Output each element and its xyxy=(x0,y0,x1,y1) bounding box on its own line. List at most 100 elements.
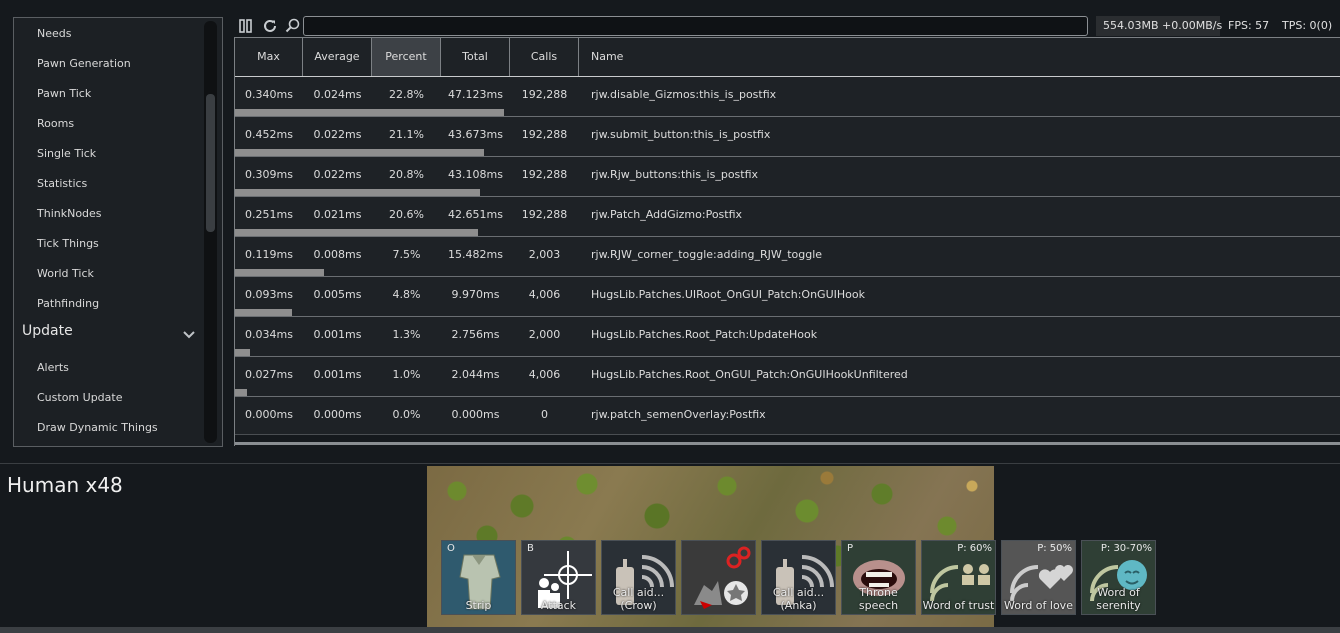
percent-bar xyxy=(235,149,484,156)
gizmo-cost: P: 50% xyxy=(1037,543,1072,554)
sidebar-item[interactable]: Pawn Tick xyxy=(37,86,91,102)
table-header: Max Average Percent Total Calls Name xyxy=(235,38,1340,77)
sidebar-item[interactable]: Draw Dynamic Things xyxy=(37,420,158,436)
chevron-down-icon[interactable] xyxy=(182,327,196,341)
cell-max: 0.119ms xyxy=(245,248,293,261)
cell-pct: 1.0% xyxy=(392,368,421,381)
gizmo-cost: P: 60% xyxy=(957,543,992,554)
sidebar-item[interactable]: Rooms xyxy=(37,116,74,132)
cell-avg: 0.008ms xyxy=(313,248,362,261)
gizmo-hotkey: B xyxy=(527,543,534,554)
sidebar-item[interactable]: Single Tick xyxy=(37,146,96,162)
cell-max: 0.027ms xyxy=(245,368,293,381)
cell-pct: 22.8% xyxy=(389,88,424,101)
gizmo-button[interactable]: P Throne speech xyxy=(841,540,916,615)
sidebar-item[interactable]: ThinkNodes xyxy=(37,206,102,222)
table-row[interactable]: 0.340ms 0.024ms 22.8% 47.123ms 192,288 rjw.di… xyxy=(235,77,1340,117)
cell-calls: 4,006 xyxy=(528,368,561,381)
profiler-toolbar: 554.03MB +0.00MB/s FPS: 57 TPS: 0(0) xyxy=(234,15,1340,37)
sidebar-scrollbar[interactable] xyxy=(204,21,217,443)
cell-pct: 0.0% xyxy=(392,408,421,421)
pause-icon[interactable] xyxy=(237,17,255,35)
cell-pct: 4.8% xyxy=(392,288,421,301)
bottom-tab-strip[interactable] xyxy=(0,627,1340,633)
gizmo-button[interactable]: P: 30-70% Word of serenity xyxy=(1081,540,1156,615)
column-header-name[interactable]: Name xyxy=(579,38,1340,76)
cell-total: 43.108ms xyxy=(448,168,503,181)
gizmo-hotkey: P xyxy=(847,543,854,554)
refresh-icon[interactable] xyxy=(261,17,279,35)
sidebar-item[interactable]: World Tick xyxy=(37,266,94,282)
gizmo-button[interactable]: O Strip xyxy=(441,540,516,615)
selection-title: Human x48 xyxy=(7,473,123,497)
cell-name: HugsLib.Patches.Root_OnGUI_Patch:OnGUIHo… xyxy=(591,368,908,381)
gizmo-hotkey: O xyxy=(447,543,455,554)
table-row[interactable]: 0.251ms 0.021ms 20.6% 42.651ms 192,288 rjw.Pa… xyxy=(235,197,1340,237)
gizmo-cost: P: 30-70% xyxy=(1100,543,1152,554)
cell-pct: 20.8% xyxy=(389,168,424,181)
gizmo-button[interactable] xyxy=(681,540,756,615)
table-row[interactable]: 0.034ms 0.001ms 1.3% 2.756ms 2,000 HugsLib.Pa… xyxy=(235,317,1340,357)
sidebar-item[interactable]: Alerts xyxy=(37,360,69,376)
table-row[interactable]: 0.309ms 0.022ms 20.8% 43.108ms 192,288 rjw.Rj… xyxy=(235,157,1340,197)
gizmo-button[interactable]: Call aid... (Anka) xyxy=(761,540,836,615)
sidebar-item[interactable]: Pathfinding xyxy=(37,296,99,312)
cell-total: 9.970ms xyxy=(451,288,500,301)
percent-bar xyxy=(235,309,292,316)
table-row[interactable]: 0.027ms 0.001ms 1.0% 2.044ms 4,006 HugsLib.Pa… xyxy=(235,357,1340,397)
search-icon xyxy=(284,17,302,35)
cell-avg: 0.022ms xyxy=(313,168,362,181)
cell-name: rjw.patch_semenOverlay:Postfix xyxy=(591,408,766,421)
cell-max: 0.309ms xyxy=(245,168,293,181)
cell-avg: 0.001ms xyxy=(313,368,362,381)
table-row[interactable]: 0.119ms 0.008ms 7.5% 15.482ms 2,003 rjw.RJW_c… xyxy=(235,237,1340,277)
gizmo-label: Call aid... (Anka) xyxy=(772,586,825,612)
cell-max: 0.452ms xyxy=(245,128,293,141)
cell-pct: 1.3% xyxy=(392,328,421,341)
table-row[interactable]: 0.000ms 0.000ms 0.0% 0.000ms 0 rjw.patch_seme… xyxy=(235,397,1340,437)
search-input[interactable] xyxy=(303,16,1088,36)
gizmo-button[interactable]: P: 50% Word of love xyxy=(1001,540,1076,615)
cell-calls: 192,288 xyxy=(521,168,568,181)
sidebar-item[interactable]: Pawn Generation xyxy=(37,56,131,72)
cell-avg: 0.000ms xyxy=(313,408,362,421)
cell-calls: 4,006 xyxy=(528,288,561,301)
cell-max: 0.034ms xyxy=(245,328,293,341)
table-row[interactable]: 0.093ms 0.005ms 4.8% 9.970ms 4,006 HugsLib.Pa… xyxy=(235,277,1340,317)
column-header-average[interactable]: Average xyxy=(303,38,372,76)
sidebar-scroll-thumb[interactable] xyxy=(206,94,215,232)
gizmo-label: Word of love xyxy=(1004,599,1073,612)
cell-name: rjw.Rjw_buttons:this_is_postfix xyxy=(591,168,759,181)
cell-max: 0.093ms xyxy=(245,288,293,301)
cell-max: 0.340ms xyxy=(245,88,293,101)
cell-total: 0.000ms xyxy=(451,408,500,421)
sidebar-section-update[interactable]: Update xyxy=(22,322,73,340)
table-horizontal-scrollbar[interactable] xyxy=(235,442,1340,445)
cell-avg: 0.001ms xyxy=(313,328,362,341)
fps-readout: FPS: 57 xyxy=(1228,19,1270,32)
gizmo-label: Word of serenity xyxy=(1096,586,1141,612)
category-sidebar: Needs Pawn Generation Pawn Tick Rooms Single… xyxy=(13,17,223,447)
sidebar-item[interactable]: Tick Things xyxy=(37,236,99,252)
column-header-percent[interactable]: Percent xyxy=(372,38,441,76)
cell-pct: 21.1% xyxy=(389,128,424,141)
sidebar-item[interactable]: Statistics xyxy=(37,176,87,192)
cell-total: 2.044ms xyxy=(451,368,500,381)
percent-bar xyxy=(235,269,324,276)
gizmo-button[interactable]: B Attack xyxy=(521,540,596,615)
profiler-table: Max Average Percent Total Calls Name 0.3… xyxy=(234,37,1340,446)
table-row[interactable]: 0.452ms 0.022ms 21.1% 43.673ms 192,288 rjw.su… xyxy=(235,117,1340,157)
sidebar-item[interactable]: Needs xyxy=(37,26,71,42)
gizmo-button[interactable]: P: 60% Word of trust xyxy=(921,540,996,615)
cell-calls: 192,288 xyxy=(521,128,568,141)
column-header-total[interactable]: Total xyxy=(441,38,510,76)
memory-readout: 554.03MB +0.00MB/s xyxy=(1096,16,1222,36)
gizmo-label: Word of trust xyxy=(922,599,995,612)
cell-name: HugsLib.Patches.UIRoot_OnGUI_Patch:OnGUI… xyxy=(591,288,865,301)
column-header-calls[interactable]: Calls xyxy=(510,38,579,76)
column-header-max[interactable]: Max xyxy=(235,38,303,76)
cell-total: 47.123ms xyxy=(448,88,503,101)
cell-avg: 0.021ms xyxy=(313,208,362,221)
gizmo-button[interactable]: Call aid... (Crow) xyxy=(601,540,676,615)
sidebar-item[interactable]: Custom Update xyxy=(37,390,122,406)
